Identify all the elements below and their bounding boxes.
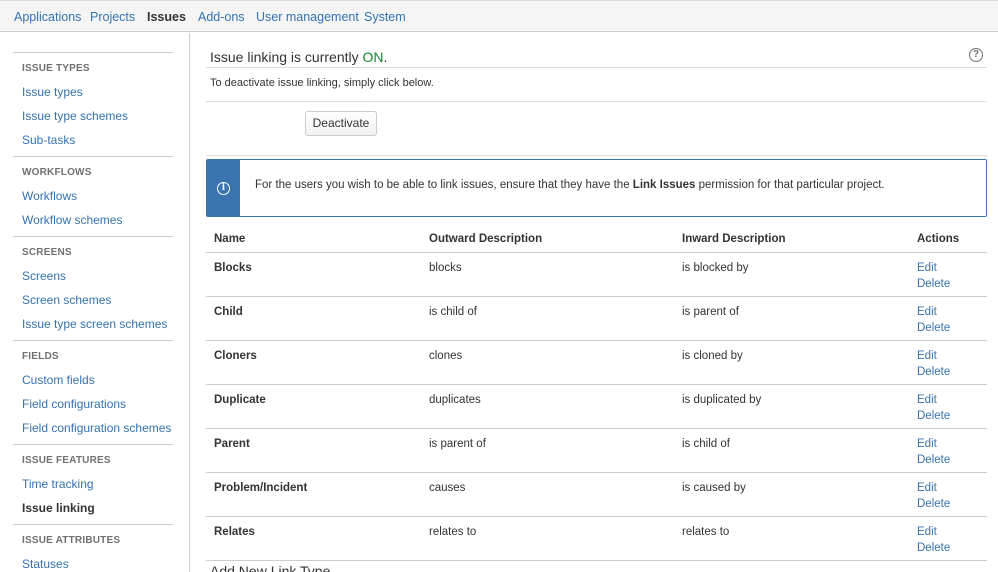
sidebar-item-field-configurations[interactable]: Field configurations <box>22 397 126 411</box>
edit-link[interactable]: Edit <box>917 526 937 538</box>
outward-description: blocks <box>429 262 462 274</box>
deactivate-button[interactable]: Deactivate <box>305 111 377 136</box>
delete-link[interactable]: Delete <box>917 322 950 334</box>
column-header-name: Name <box>214 233 246 245</box>
tab-issues[interactable]: Issues <box>147 10 186 24</box>
sidebar-item-screens[interactable]: Screens <box>22 269 66 283</box>
delete-link[interactable]: Delete <box>917 366 950 378</box>
sidebar-heading-issue-types: ISSUE TYPES <box>22 63 90 74</box>
edit-link[interactable]: Edit <box>917 394 937 406</box>
outward-description: relates to <box>429 526 477 538</box>
sidebar-divider <box>13 236 173 237</box>
inward-description: is child of <box>682 438 730 450</box>
inward-description: relates to <box>682 526 730 538</box>
delete-link[interactable]: Delete <box>917 410 950 422</box>
table-row: Problem/Incident causes is caused by Edi… <box>206 472 987 516</box>
link-type-name: Blocks <box>214 262 252 274</box>
delete-link[interactable]: Delete <box>917 454 950 466</box>
edit-link[interactable]: Edit <box>917 262 937 274</box>
link-type-name: Duplicate <box>214 394 266 406</box>
link-type-name: Cloners <box>214 350 257 362</box>
tab-applications[interactable]: Applications <box>14 10 81 24</box>
inward-description: is parent of <box>682 306 739 318</box>
info-circle-icon: i <box>217 182 230 195</box>
sidebar-heading-fields: FIELDS <box>22 351 59 362</box>
table-row: Relates relates to relates to Edit Delet… <box>206 516 987 560</box>
info-text-part: permission for that particular project. <box>695 179 885 191</box>
sidebar-item-statuses[interactable]: Statuses <box>22 557 69 571</box>
outward-description: duplicates <box>429 394 481 406</box>
edit-link[interactable]: Edit <box>917 482 937 494</box>
sidebar-divider <box>13 444 173 445</box>
table-row: Parent is parent of is child of Edit Del… <box>206 428 987 472</box>
tab-user-management[interactable]: User management <box>256 10 359 24</box>
sidebar-heading-screens: SCREENS <box>22 247 72 258</box>
divider <box>206 67 987 68</box>
sidebar-item-workflow-schemes[interactable]: Workflow schemes <box>22 213 122 227</box>
table-row: Cloners clones is cloned by Edit Delete <box>206 340 987 384</box>
link-type-name: Relates <box>214 526 255 538</box>
table-row: Child is child of is parent of Edit Dele… <box>206 296 987 340</box>
inward-description: is cloned by <box>682 350 743 362</box>
outward-description: is parent of <box>429 438 486 450</box>
inward-description: is blocked by <box>682 262 749 274</box>
inward-description: is duplicated by <box>682 394 762 406</box>
status-suffix: . <box>383 49 388 65</box>
sidebar-divider <box>13 340 173 341</box>
sidebar-item-field-configuration-schemes[interactable]: Field configuration schemes <box>22 421 171 435</box>
status-value: ON <box>362 49 384 65</box>
sidebar-item-issue-type-schemes[interactable]: Issue type schemes <box>22 109 128 123</box>
table-row: Blocks blocks is blocked by Edit Delete <box>206 252 987 296</box>
tab-projects[interactable]: Projects <box>90 10 135 24</box>
sidebar-item-issue-type-screen-schemes[interactable]: Issue type screen schemes <box>22 317 167 331</box>
question-circle-icon[interactable]: ? <box>969 48 983 62</box>
link-issues-permission-label: Link Issues <box>632 179 696 191</box>
outward-description: is child of <box>429 306 477 318</box>
divider <box>206 155 987 156</box>
issue-linking-status: Issue linking is currently ON. <box>210 49 387 65</box>
sidebar-item-time-tracking[interactable]: Time tracking <box>22 477 94 491</box>
divider <box>206 101 987 102</box>
delete-link[interactable]: Delete <box>917 498 950 510</box>
outward-description: causes <box>429 482 466 494</box>
table-row: Duplicate duplicates is duplicated by Ed… <box>206 384 987 428</box>
info-message-bar: i <box>207 160 240 216</box>
sidebar-item-sub-tasks[interactable]: Sub-tasks <box>22 133 75 147</box>
sidebar-item-workflows[interactable]: Workflows <box>22 189 77 203</box>
sidebar-divider <box>13 52 173 53</box>
sidebar-item-custom-fields[interactable]: Custom fields <box>22 373 95 387</box>
info-text-part: For the users you wish to be able to lin… <box>255 179 633 191</box>
admin-top-nav: Applications Projects Issues Add-ons Use… <box>0 0 998 32</box>
sidebar-divider <box>13 156 173 157</box>
edit-link[interactable]: Edit <box>917 350 937 362</box>
sidebar-heading-issue-attributes: ISSUE ATTRIBUTES <box>22 535 121 546</box>
column-header-actions: Actions <box>917 233 960 245</box>
tab-system[interactable]: System <box>364 10 406 24</box>
delete-link[interactable]: Delete <box>917 542 950 554</box>
link-type-name: Parent <box>214 438 250 450</box>
delete-link[interactable]: Delete <box>917 278 950 290</box>
sidebar-item-issue-linking[interactable]: Issue linking <box>22 501 95 515</box>
column-header-outward: Outward Description <box>429 233 543 245</box>
sidebar-heading-issue-features: ISSUE FEATURES <box>22 455 111 466</box>
info-message-text: For the users you wish to be able to lin… <box>255 179 885 191</box>
outward-description: clones <box>429 350 463 362</box>
link-type-name: Problem/Incident <box>214 482 308 494</box>
table-bottom-border <box>206 560 987 561</box>
tab-add-ons[interactable]: Add-ons <box>198 10 245 24</box>
info-message: i For the users you wish to be able to l… <box>206 159 987 217</box>
sidebar-item-screen-schemes[interactable]: Screen schemes <box>22 293 111 307</box>
link-type-name: Child <box>214 306 243 318</box>
add-new-link-type-title: Add New Link Type <box>210 563 331 572</box>
column-header-inward: Inward Description <box>682 233 786 245</box>
inward-description: is caused by <box>682 482 746 494</box>
sidebar-heading-workflows: WORKFLOWS <box>22 167 92 178</box>
sidebar-divider <box>13 524 173 525</box>
admin-sidebar: ISSUE TYPES Issue types Issue type schem… <box>0 33 190 572</box>
status-prefix: Issue linking is currently <box>210 49 363 65</box>
edit-link[interactable]: Edit <box>917 306 937 318</box>
edit-link[interactable]: Edit <box>917 438 937 450</box>
sidebar-item-issue-types[interactable]: Issue types <box>22 85 83 99</box>
deactivate-description: To deactivate issue linking, simply clic… <box>210 77 434 89</box>
